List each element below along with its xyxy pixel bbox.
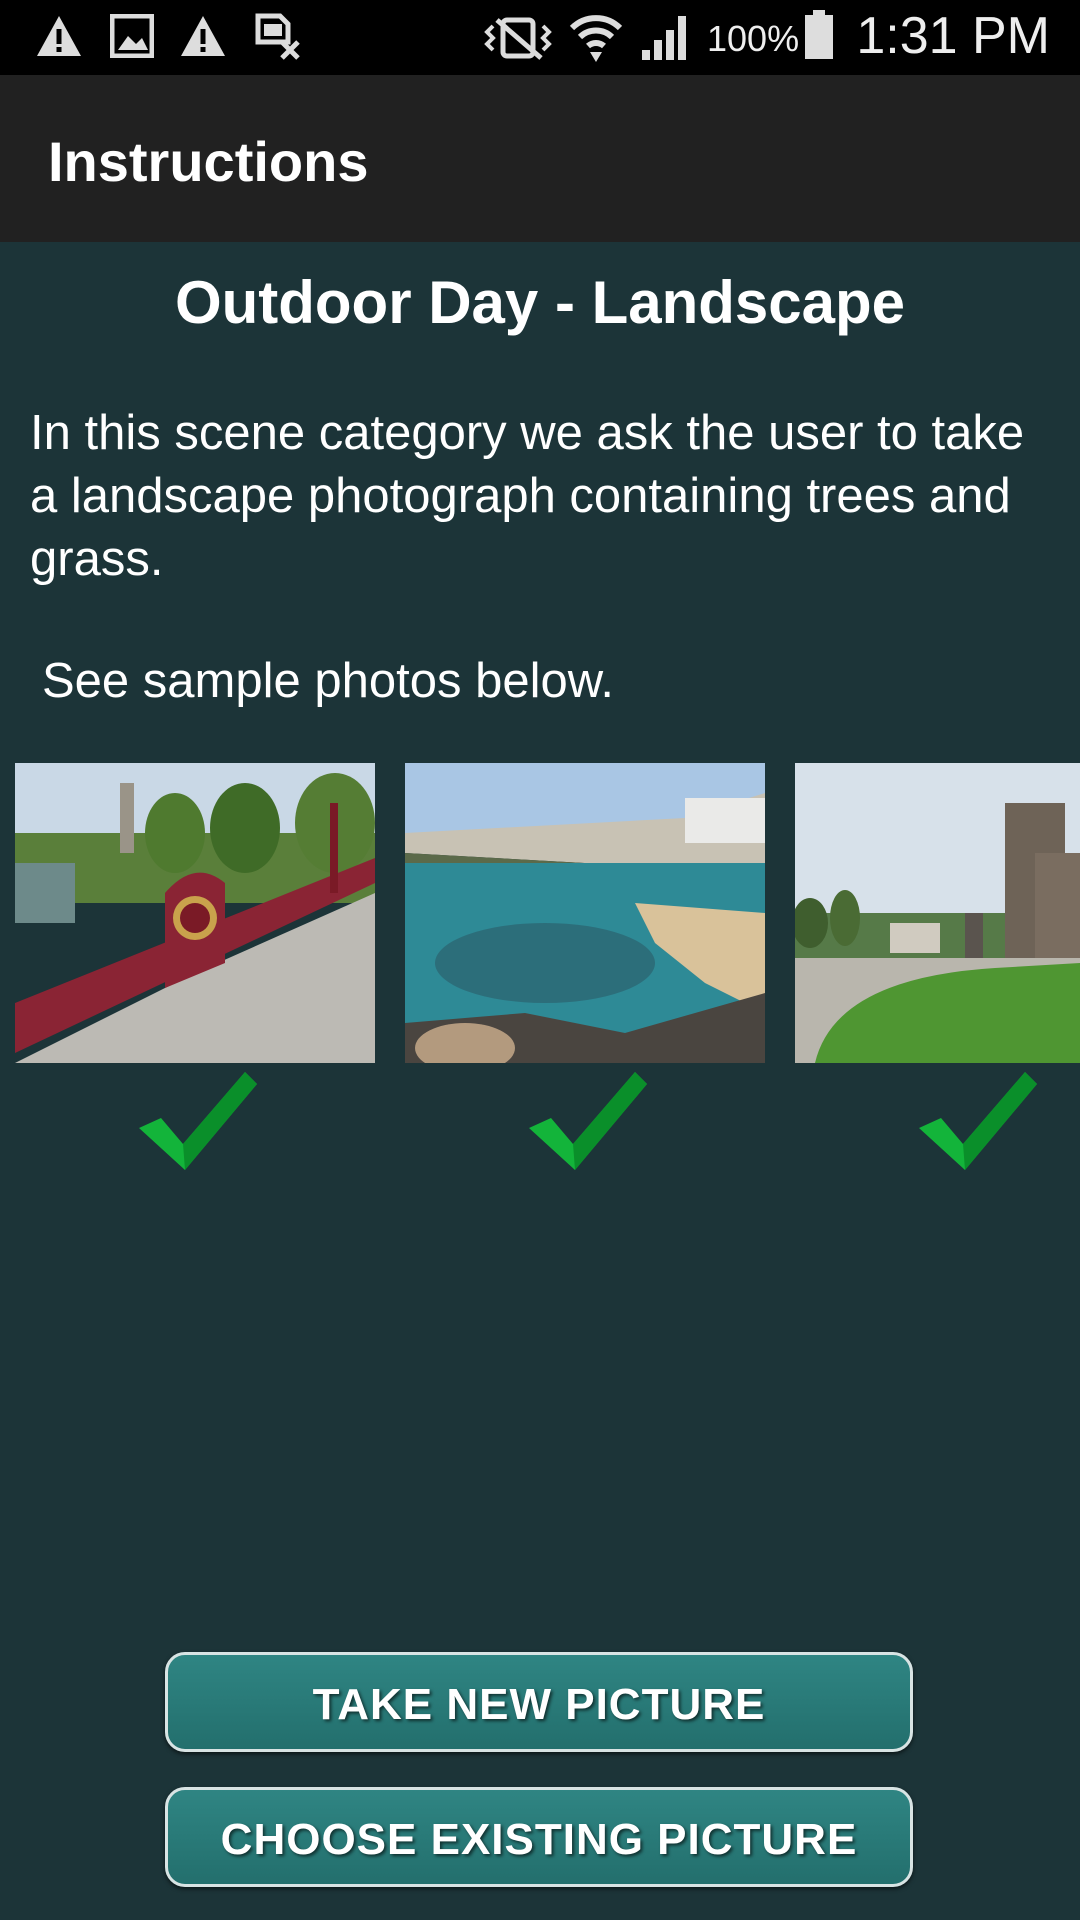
check-icon [529,1072,647,1170]
sample-photo-bridge [15,763,375,1063]
sample-note: See sample photos below. [42,654,615,708]
page-title: Instructions [48,130,369,193]
warning-icon [37,16,81,56]
check-icon [919,1072,1037,1170]
battery-percent: 100% [707,18,800,59]
signal-icon [642,16,686,60]
scene-description: In this scene category we ask the user t… [30,406,1025,586]
wifi-icon [569,15,623,62]
status-bar: 100% 1:31 PM [0,0,1080,75]
app-bar: Instructions [0,75,1080,242]
scene-heading: Outdoor Day - Landscape [174,269,906,336]
check-icon [139,1072,257,1170]
sim-off-icon [255,13,300,60]
clock: 1:31 PM [856,7,1050,65]
take-new-picture-button[interactable]: TAKE NEW PICTURE [165,1652,913,1752]
battery-icon [805,10,833,59]
vibrate-icon [484,17,552,60]
image-icon [110,14,154,58]
warning-icon [181,16,225,56]
choose-existing-picture-button[interactable]: CHOOSE EXISTING PICTURE [165,1787,913,1887]
sample-photo-beach [405,763,765,1063]
sample-photo-church [795,763,1080,1063]
